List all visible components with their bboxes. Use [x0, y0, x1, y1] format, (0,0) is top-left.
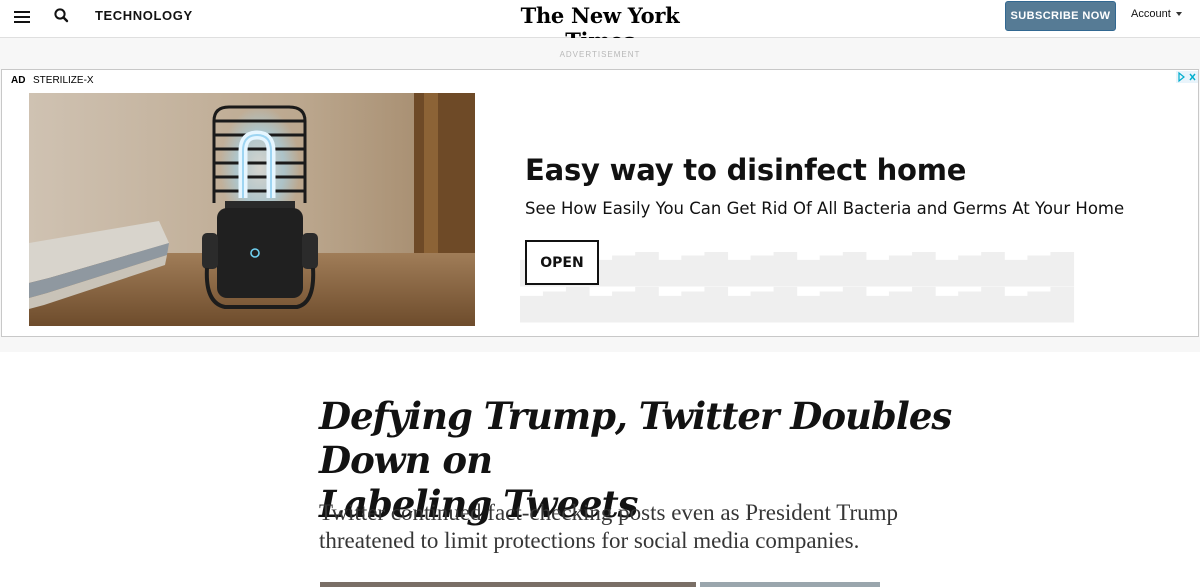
subscribe-button[interactable]: SUBSCRIBE NOW: [1005, 1, 1116, 31]
article-image[interactable]: [320, 582, 696, 587]
ad-product-image[interactable]: [29, 93, 475, 326]
summary-line-1: Twitter continued fact-checking posts ev…: [319, 500, 899, 525]
ad-tag: AD: [11, 75, 26, 86]
search-icon[interactable]: [53, 7, 71, 25]
chevron-down-icon: [1175, 12, 1182, 17]
adchoices-icon[interactable]: [1176, 70, 1198, 83]
article-lead-images: [320, 582, 880, 587]
account-menu[interactable]: Account: [1131, 8, 1182, 20]
ad-open-button[interactable]: OPEN: [525, 240, 599, 285]
section-link-technology[interactable]: TECHNOLOGY: [95, 8, 193, 23]
ad-headline[interactable]: Easy way to disinfect home: [525, 153, 966, 187]
ad-brand: STERILIZE-X: [33, 75, 94, 86]
hamburger-menu-icon[interactable]: [14, 9, 32, 25]
top-nav-bar: TECHNOLOGY The New York Times SUBSCRIBE …: [0, 0, 1200, 53]
ad-subheadline: See How Easily You Can Get Rid Of All Ba…: [525, 199, 1125, 218]
account-label: Account: [1131, 8, 1171, 20]
article-summary: Twitter continued fact-checking posts ev…: [319, 499, 919, 555]
ad-background-texture: ▆▇█▆▇█▆▇█▆▇█▆▇█▆▇█▆▇█▆▇█ ▆▇█▆▇█▆▇█▆▇█▆▇█▆…: [520, 252, 1074, 323]
advertisement-label: ADVERTISEMENT: [559, 50, 641, 59]
article-image[interactable]: [700, 582, 880, 587]
summary-line-2: threatened to limit protections for soci…: [319, 528, 860, 553]
headline-line-1: Defying Trump, Twitter Doubles Down on: [319, 394, 952, 482]
